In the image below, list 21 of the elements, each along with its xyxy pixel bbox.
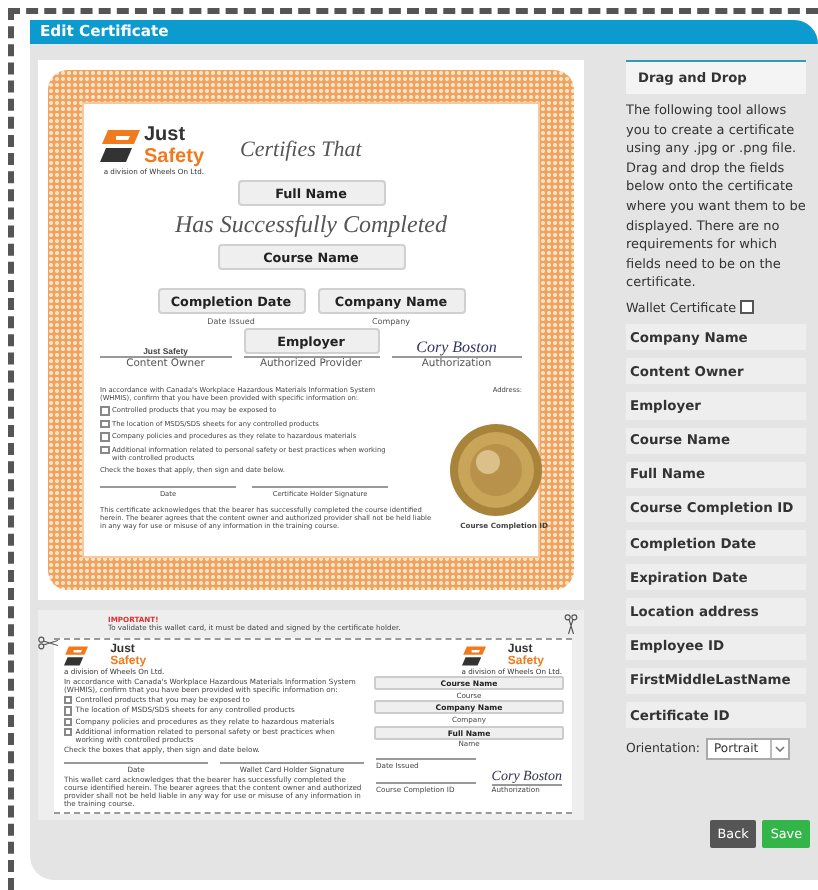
checkbox[interactable] bbox=[64, 717, 73, 726]
checkbox[interactable] bbox=[100, 432, 109, 441]
scissors-icon bbox=[564, 614, 578, 634]
logo-icon bbox=[64, 645, 88, 666]
checkbox[interactable] bbox=[64, 706, 73, 716]
checkbox[interactable] bbox=[100, 406, 109, 415]
scissors-icon bbox=[38, 636, 58, 650]
logo-text: Safety bbox=[144, 146, 205, 168]
checkbox[interactable] bbox=[64, 696, 73, 705]
logo-icon bbox=[461, 645, 486, 666]
signature: Cory Boston bbox=[416, 338, 497, 356]
checkbox[interactable] bbox=[64, 727, 73, 737]
checkbox[interactable] bbox=[100, 419, 109, 428]
wallet-checkbox[interactable] bbox=[740, 300, 755, 315]
seal-drawing bbox=[448, 421, 544, 517]
certificate-subheading: Has Successfully Completed bbox=[175, 210, 447, 240]
caret-icon bbox=[770, 740, 789, 759]
certificate-heading: Certifies That bbox=[240, 138, 362, 162]
logo-icon bbox=[100, 130, 140, 162]
logo-text: Just bbox=[144, 124, 188, 146]
checkbox[interactable] bbox=[100, 445, 109, 454]
